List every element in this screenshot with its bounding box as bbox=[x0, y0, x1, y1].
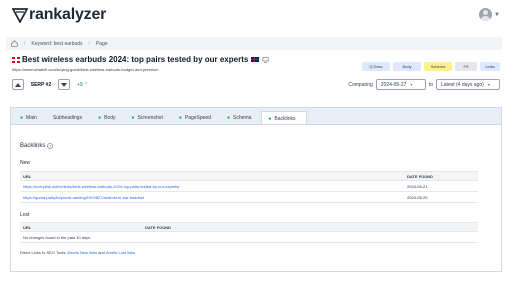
user-menu[interactable]: ▼ bbox=[479, 8, 500, 21]
column-url: URL bbox=[23, 224, 32, 230]
rank-change-value: +9 bbox=[77, 81, 83, 88]
tab-subheadings[interactable]: Subheadings bbox=[47, 111, 92, 125]
section-tags: Q Desc Body Schema FS Links bbox=[362, 62, 500, 71]
tag-fs[interactable]: FS bbox=[455, 62, 477, 71]
monitor-icon bbox=[262, 56, 269, 63]
new-heading: New bbox=[20, 160, 31, 166]
home-icon[interactable] bbox=[11, 40, 18, 47]
serp-controls: SERP #2 +9 ⌃ bbox=[12, 79, 88, 90]
chevron-down-icon: ▼ bbox=[494, 11, 500, 18]
tab-label: Backlinks bbox=[274, 115, 296, 122]
tab-label: Body bbox=[104, 115, 116, 121]
tab-label: Main bbox=[26, 115, 37, 121]
check-icon: ● bbox=[268, 115, 272, 122]
breadcrumb-separator: / bbox=[88, 40, 90, 47]
empty-message: No changes found in the past 30 days. bbox=[23, 234, 92, 240]
tab-backlinks[interactable]: ● Backlinks bbox=[261, 111, 307, 125]
check-icon: ● bbox=[98, 115, 102, 121]
serp-down-button[interactable] bbox=[58, 79, 70, 90]
ahrefs-lost-links-link[interactable]: Ahrefs Lost links bbox=[106, 250, 135, 255]
logo-mark-icon bbox=[12, 8, 28, 23]
tag-q-desc[interactable]: Q Desc bbox=[362, 62, 390, 71]
app-name: rankalyzer bbox=[29, 6, 107, 23]
serp-position: SERP #2 bbox=[30, 81, 52, 88]
compare-controls: Comparing 2024-05-27 ▾ to Latest (4 days… bbox=[348, 79, 500, 90]
uk-flag-icon bbox=[12, 56, 20, 63]
backlink-date: 2024-05-21 bbox=[407, 183, 428, 189]
tab-schema[interactable]: ● Schema bbox=[221, 111, 261, 125]
gb-flag-icon bbox=[251, 57, 260, 62]
check-icon: ● bbox=[227, 115, 231, 121]
rank-change[interactable]: +9 ⌃ bbox=[77, 82, 88, 88]
backlinks-heading: Backlinks ? bbox=[20, 143, 54, 149]
breadcrumb-keyword[interactable]: Keyword: best earbuds bbox=[31, 41, 82, 47]
page-title-row: Best wireless earbuds 2024: top pairs te… bbox=[12, 55, 269, 64]
backlink-url[interactable]: https://quora.party/keyword-ranking/1929… bbox=[20, 195, 404, 200]
tab-body[interactable]: ● Body bbox=[92, 111, 125, 125]
table-row: https://quora.party/keyword-ranking/1929… bbox=[20, 192, 478, 203]
new-backlinks-table: URL DATE FOUND https://everylink.online/… bbox=[20, 171, 478, 203]
direct-links-and: and bbox=[98, 250, 105, 255]
tab-label: Subheadings bbox=[52, 115, 83, 121]
table-header: URL DATE FOUND bbox=[20, 222, 478, 232]
column-url: URL bbox=[23, 173, 32, 179]
help-icon[interactable]: ? bbox=[47, 143, 54, 149]
backlinks-heading-text: Backlinks bbox=[20, 143, 46, 149]
tab-label: Screenshot bbox=[137, 115, 163, 121]
compare-to-select[interactable]: Latest (4 days ago) ▾ bbox=[436, 79, 500, 90]
check-icon: ● bbox=[20, 115, 24, 121]
svg-text:?: ? bbox=[49, 144, 51, 148]
chevron-down-icon: ▾ bbox=[410, 82, 413, 87]
app-logo[interactable]: rankalyzer bbox=[12, 6, 106, 24]
tab-label: PageSpeed bbox=[184, 115, 212, 121]
table-row: No changes found in the past 30 days. bbox=[20, 232, 478, 243]
compare-to-value: Latest (4 days ago) bbox=[441, 81, 484, 88]
chevron-down-icon bbox=[61, 82, 67, 87]
compare-from-select[interactable]: 2024-05-27 ▾ bbox=[375, 79, 426, 90]
breadcrumb: / Keyword: best earbuds / Page bbox=[6, 37, 502, 50]
page-title: Best wireless earbuds 2024: top pairs te… bbox=[22, 55, 249, 64]
check-icon: ● bbox=[178, 115, 182, 121]
lost-heading: Lost bbox=[20, 212, 30, 218]
to-label: to bbox=[428, 81, 433, 88]
ahrefs-new-links-link[interactable]: Ahrefs New links bbox=[67, 250, 97, 255]
column-date-found: DATE FOUND bbox=[407, 173, 433, 179]
breadcrumb-page: Page bbox=[95, 40, 108, 47]
tab-main[interactable]: ● Main bbox=[14, 111, 47, 125]
tag-links[interactable]: Links bbox=[480, 62, 500, 71]
tag-schema[interactable]: Schema bbox=[424, 62, 452, 71]
table-row: https://everylink.online/links/best-wire… bbox=[20, 181, 478, 192]
tag-body[interactable]: Body bbox=[393, 62, 421, 71]
direct-links: Direct Links to SEO Tools: Ahrefs New li… bbox=[20, 250, 135, 255]
avatar[interactable] bbox=[479, 8, 493, 21]
check-icon: ● bbox=[131, 115, 135, 121]
chevron-down-icon: ▾ bbox=[487, 82, 490, 87]
table-header: URL DATE FOUND bbox=[20, 171, 478, 181]
tab-pagespeed[interactable]: ● PageSpeed bbox=[173, 111, 221, 125]
backlink-url[interactable]: https://everylink.online/links/best-wire… bbox=[20, 184, 404, 189]
breadcrumb-separator: / bbox=[24, 40, 26, 47]
top-bar: rankalyzer ▼ bbox=[0, 0, 512, 30]
column-date-found: DATE FOUND bbox=[145, 224, 171, 230]
tab-bar: ● Main Subheadings ● Body ● Screenshot ● Pag… bbox=[10, 107, 502, 125]
tab-label: Schema bbox=[233, 115, 252, 121]
tab-screenshot[interactable]: ● Screenshot bbox=[126, 111, 173, 125]
chevron-up-icon bbox=[15, 82, 21, 87]
comparing-label: Comparing bbox=[348, 81, 373, 88]
lost-backlinks-table: URL DATE FOUND No changes found in the p… bbox=[20, 222, 478, 243]
chevron-up-icon: ⌃ bbox=[84, 81, 89, 88]
backlink-date: 2024-05-20 bbox=[407, 194, 428, 200]
page-url[interactable]: https://www.whathifi.com/buying-guide/be… bbox=[12, 67, 159, 72]
serp-up-button[interactable] bbox=[12, 79, 24, 90]
direct-links-prefix: Direct Links to SEO Tools: bbox=[20, 250, 67, 255]
compare-from-value: 2024-05-27 bbox=[380, 81, 407, 88]
